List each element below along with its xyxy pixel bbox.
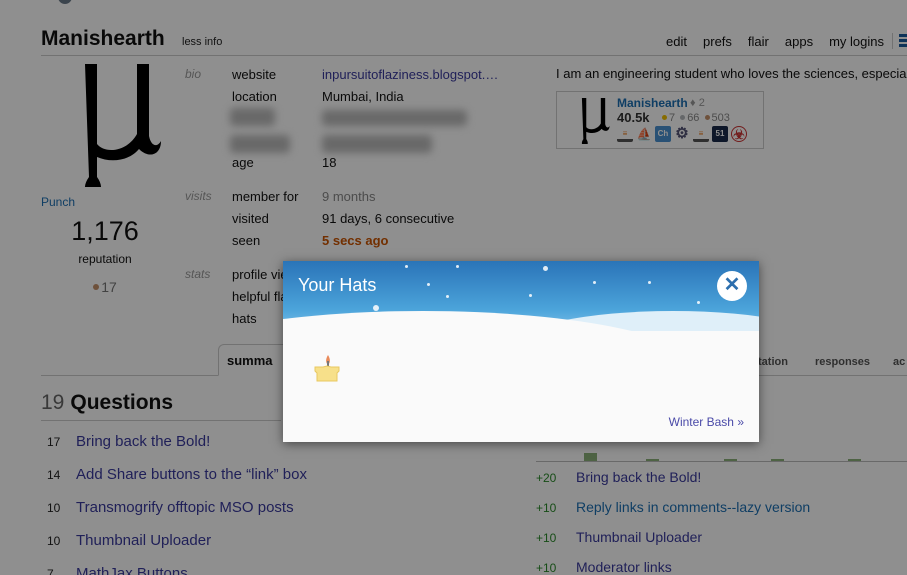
winter-bash-link[interactable]: Winter Bash » (669, 415, 744, 429)
snowflake (456, 265, 459, 268)
snowflake (593, 281, 596, 284)
close-icon[interactable]: ✕ (717, 271, 747, 301)
snowflake (529, 294, 532, 297)
snowflake (446, 295, 449, 298)
snowflake (373, 305, 379, 311)
snowflake (427, 283, 430, 286)
snowflake (697, 301, 700, 304)
candle-hat-icon[interactable] (312, 353, 342, 385)
snowflake (543, 266, 548, 271)
modal-title: Your Hats (298, 275, 377, 295)
snowflake (405, 265, 408, 268)
snowflake (648, 281, 651, 284)
hats-modal: Your Hats ✕ Winter Bash » (283, 261, 759, 442)
